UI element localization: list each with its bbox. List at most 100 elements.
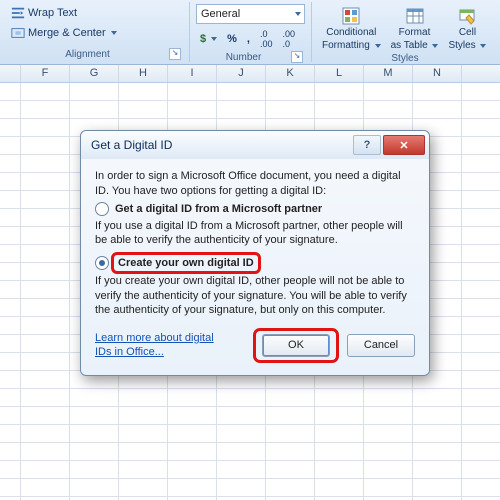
- cell[interactable]: [217, 83, 266, 100]
- cell[interactable]: [413, 479, 462, 496]
- cell[interactable]: [21, 443, 70, 460]
- percent-format-button[interactable]: %: [223, 27, 241, 51]
- column-header[interactable]: F: [21, 65, 70, 82]
- cell[interactable]: [168, 479, 217, 496]
- learn-more-link[interactable]: Learn more about digital IDs in Office..…: [95, 332, 214, 359]
- cell[interactable]: [21, 299, 70, 316]
- cell[interactable]: [168, 407, 217, 424]
- cell[interactable]: [364, 443, 413, 460]
- cell[interactable]: [266, 425, 315, 442]
- cell[interactable]: [21, 83, 70, 100]
- cell[interactable]: [21, 335, 70, 352]
- cell[interactable]: [119, 101, 168, 118]
- cell[interactable]: [21, 209, 70, 226]
- cell[interactable]: [315, 461, 364, 478]
- cell[interactable]: [217, 425, 266, 442]
- accounting-format-button[interactable]: $: [196, 27, 221, 51]
- comma-format-button[interactable]: ,: [243, 27, 254, 51]
- cell[interactable]: [168, 425, 217, 442]
- close-button[interactable]: ✕: [383, 135, 425, 155]
- cell[interactable]: [217, 461, 266, 478]
- cell[interactable]: [168, 83, 217, 100]
- conditional-formatting-button[interactable]: Conditional Formatting: [318, 4, 385, 53]
- cell[interactable]: [217, 479, 266, 496]
- cell[interactable]: [315, 407, 364, 424]
- cell[interactable]: [168, 461, 217, 478]
- column-header[interactable]: G: [70, 65, 119, 82]
- cell[interactable]: [21, 119, 70, 136]
- decrease-decimal-button[interactable]: .00.0: [278, 27, 299, 51]
- cell[interactable]: [21, 461, 70, 478]
- cell[interactable]: [266, 479, 315, 496]
- column-header[interactable]: M: [364, 65, 413, 82]
- cell[interactable]: [70, 479, 119, 496]
- cell[interactable]: [119, 83, 168, 100]
- cell[interactable]: [217, 389, 266, 406]
- cell[interactable]: [266, 83, 315, 100]
- cell[interactable]: [364, 461, 413, 478]
- cell[interactable]: [413, 101, 462, 118]
- cell[interactable]: [266, 407, 315, 424]
- option-own[interactable]: Create your own digital ID: [95, 254, 415, 273]
- cell[interactable]: [21, 281, 70, 298]
- cell[interactable]: [21, 173, 70, 190]
- cell[interactable]: [168, 443, 217, 460]
- cell[interactable]: [413, 443, 462, 460]
- cell[interactable]: [70, 83, 119, 100]
- alignment-launcher[interactable]: ↘: [169, 48, 181, 60]
- cell[interactable]: [119, 407, 168, 424]
- radio-unselected-icon[interactable]: [95, 202, 109, 216]
- column-header[interactable]: J: [217, 65, 266, 82]
- cell[interactable]: [70, 389, 119, 406]
- column-header[interactable]: K: [266, 65, 315, 82]
- cell[interactable]: [70, 443, 119, 460]
- cell[interactable]: [21, 371, 70, 388]
- cell[interactable]: [119, 389, 168, 406]
- ok-button[interactable]: OK: [262, 334, 330, 357]
- help-button[interactable]: ?: [353, 135, 381, 155]
- cell[interactable]: [21, 137, 70, 154]
- cell[interactable]: [70, 101, 119, 118]
- cell[interactable]: [21, 227, 70, 244]
- cell[interactable]: [364, 101, 413, 118]
- cell[interactable]: [315, 425, 364, 442]
- wrap-text-button[interactable]: Wrap Text: [6, 4, 183, 22]
- cell[interactable]: [119, 479, 168, 496]
- cell[interactable]: [21, 317, 70, 334]
- cell[interactable]: [21, 191, 70, 208]
- cell[interactable]: [315, 443, 364, 460]
- cell[interactable]: [70, 425, 119, 442]
- cell[interactable]: [266, 389, 315, 406]
- cell[interactable]: [266, 443, 315, 460]
- cell[interactable]: [315, 389, 364, 406]
- cell[interactable]: [364, 425, 413, 442]
- cell[interactable]: [21, 389, 70, 406]
- cell[interactable]: [315, 479, 364, 496]
- cell[interactable]: [21, 479, 70, 496]
- cell-styles-button[interactable]: Cell Styles: [444, 4, 490, 53]
- cell[interactable]: [413, 389, 462, 406]
- cancel-button[interactable]: Cancel: [347, 334, 415, 357]
- cell[interactable]: [21, 245, 70, 262]
- cell[interactable]: [413, 461, 462, 478]
- cell[interactable]: [70, 407, 119, 424]
- dialog-titlebar[interactable]: Get a Digital ID ? ✕: [81, 131, 429, 159]
- cell[interactable]: [315, 101, 364, 118]
- column-header[interactable]: N: [413, 65, 462, 82]
- cell[interactable]: [21, 407, 70, 424]
- cell[interactable]: [364, 407, 413, 424]
- column-header[interactable]: I: [168, 65, 217, 82]
- cell[interactable]: [266, 461, 315, 478]
- cell[interactable]: [364, 389, 413, 406]
- cell[interactable]: [119, 461, 168, 478]
- merge-center-button[interactable]: Merge & Center: [6, 24, 183, 42]
- cell[interactable]: [168, 389, 217, 406]
- cell[interactable]: [315, 83, 364, 100]
- option-partner[interactable]: Get a digital ID from a Microsoft partne…: [95, 202, 415, 217]
- cell[interactable]: [364, 479, 413, 496]
- cell[interactable]: [217, 443, 266, 460]
- cell[interactable]: [413, 83, 462, 100]
- cell[interactable]: [266, 101, 315, 118]
- cell[interactable]: [21, 263, 70, 280]
- cell[interactable]: [21, 353, 70, 370]
